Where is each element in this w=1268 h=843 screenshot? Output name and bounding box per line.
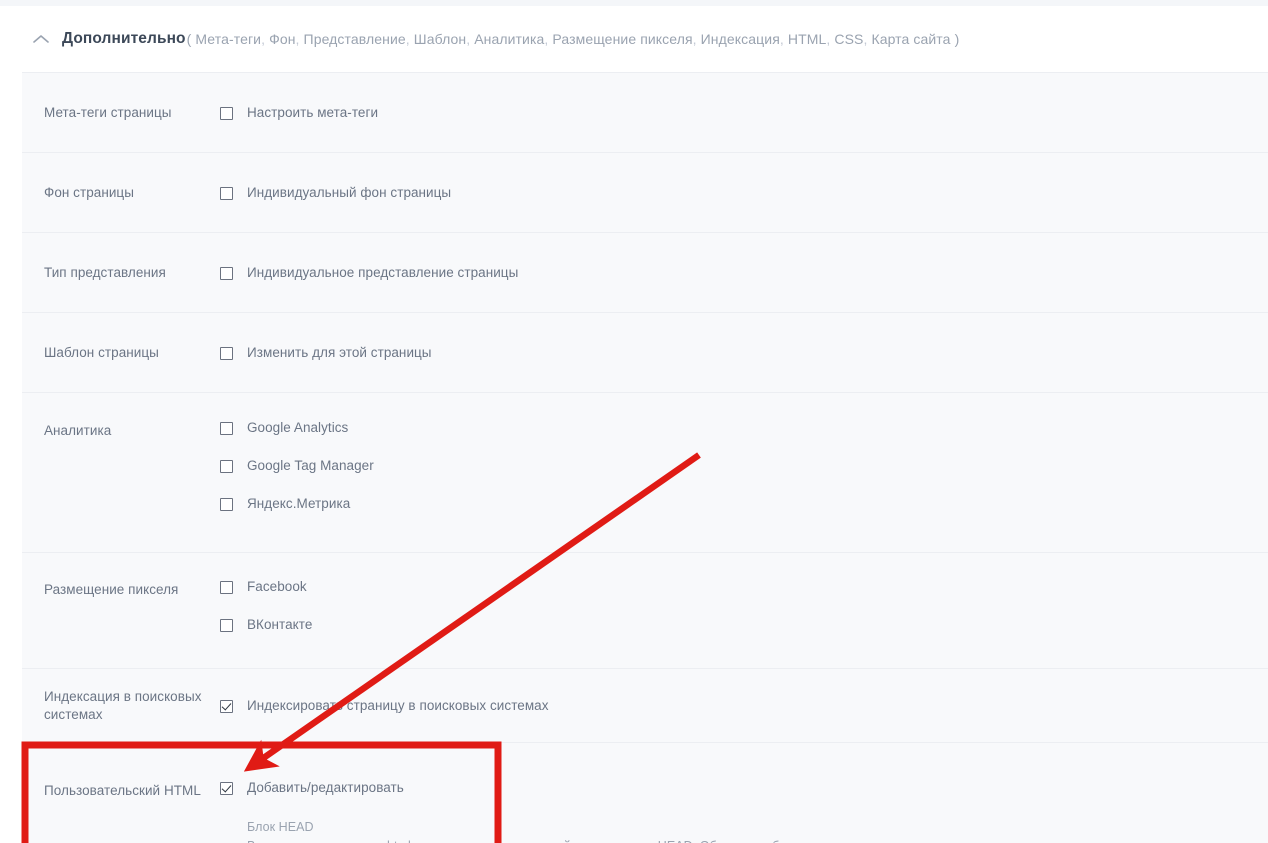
checkbox-option[interactable]: Изменить для этой страницы xyxy=(220,345,1248,361)
checkbox-option[interactable]: ВКонтакте xyxy=(220,617,1248,633)
settings-row-options: Индивидуальное представление страницы xyxy=(220,265,1248,281)
section-tag: Шаблон xyxy=(413,31,467,47)
checkbox-option[interactable]: Настроить мета-теги xyxy=(220,105,1248,121)
checkbox-unchecked-icon[interactable] xyxy=(220,422,233,435)
checkbox-unchecked-icon[interactable] xyxy=(220,581,233,594)
chevron-up-icon[interactable] xyxy=(30,28,52,50)
settings-row-label: Фон страницы xyxy=(44,184,134,200)
option-note: Блок HEAD Вставка произвольного html-кода… xyxy=(247,818,1248,843)
checkbox-option-label: Индивидуальное представление страницы xyxy=(247,264,519,280)
settings-row-label: Аналитика xyxy=(44,423,112,438)
checkbox-option[interactable]: Facebook xyxy=(220,579,1248,595)
checkbox-unchecked-icon[interactable] xyxy=(220,186,233,200)
page-title: Дополнительно xyxy=(62,30,186,47)
checkbox-option-label: Индивидуальный фон страницы xyxy=(247,184,452,200)
checkbox-unchecked-icon[interactable] xyxy=(220,346,233,360)
settings-row: Индексация в поисковых системах Индексиро… xyxy=(22,669,1268,743)
checkbox-unchecked-icon[interactable] xyxy=(220,619,233,632)
settings-row-label: Шаблон страницы xyxy=(44,344,159,360)
paren-open: ( xyxy=(186,31,192,47)
checkbox-option-label: Facebook xyxy=(247,579,307,594)
settings-row: Фон страницы Индивидуальный фон страницы xyxy=(22,153,1268,233)
settings-row-options: Индивидуальный фон страницы xyxy=(220,185,1248,201)
settings-row-options: Добавить/редактировать Блок HEAD Вставка п… xyxy=(220,780,1248,843)
checkbox-option[interactable]: Google Tag Manager xyxy=(220,458,1248,474)
settings-row-options: Изменить для этой страницы xyxy=(220,345,1248,361)
section-tag-list: ( Мета-теги, Фон, Представление, Шаблон,… xyxy=(187,31,960,47)
checkbox-unchecked-icon[interactable] xyxy=(220,460,233,473)
settings-row: Мета-теги страницы Настроить мета-теги xyxy=(22,73,1268,153)
checkbox-option[interactable]: Яндекс.Метрика xyxy=(220,496,1248,512)
option-note-description: Вставка произвольного html-кода для всех… xyxy=(247,837,1248,843)
checkbox-option[interactable]: Индексировать страницу в поисковых систе… xyxy=(220,698,1248,714)
section-tag: Индексация xyxy=(700,31,780,47)
settings-row: Пользовательский HTML Добавить/редактиров… xyxy=(22,743,1268,843)
checkbox-unchecked-icon[interactable] xyxy=(220,106,233,120)
section-tag-separator: , xyxy=(779,31,788,47)
checkbox-checked-icon[interactable] xyxy=(220,782,233,795)
section-tag-separator: , xyxy=(466,31,475,47)
checkbox-option[interactable]: Google Analytics xyxy=(220,420,1248,436)
checkbox-unchecked-icon[interactable] xyxy=(220,498,233,511)
settings-row-label: Мета-теги страницы xyxy=(44,104,172,120)
section-tag: Карта сайта xyxy=(871,31,951,47)
settings-row: Шаблон страницы Изменить для этой страниц… xyxy=(22,313,1268,393)
section-tag: Аналитика xyxy=(474,31,545,47)
page-root: Дополнительно ( Мета-теги, Фон, Представ… xyxy=(0,0,1268,843)
section-tag: CSS xyxy=(834,31,864,47)
section-tag-separator: , xyxy=(405,31,414,47)
settings-row-options: Настроить мета-теги xyxy=(220,105,1248,121)
settings-row-label: Индексация в поисковых системах xyxy=(44,688,202,722)
checkbox-unchecked-icon[interactable] xyxy=(220,266,233,280)
paren-close: ) xyxy=(954,31,960,47)
section-tag: Мета-теги xyxy=(195,31,262,47)
settings-row-list: Мета-теги страницы Настроить мета-теги Фон… xyxy=(22,73,1268,843)
checkbox-option-label: ВКонтакте xyxy=(247,617,313,632)
settings-row-options: Индексировать страницу в поисковых систе… xyxy=(220,698,1248,714)
checkbox-option-label: Google Tag Manager xyxy=(247,458,374,473)
section-tag: Размещение пикселя xyxy=(552,31,693,47)
section-tag: Фон xyxy=(269,31,296,47)
option-note-title: Блок HEAD xyxy=(247,820,314,834)
settings-row-options: Facebook ВКонтакте xyxy=(220,579,1248,633)
section-tag-separator: , xyxy=(295,31,304,47)
settings-row: Размещение пикселя Facebook ВКонтакте xyxy=(22,553,1268,669)
section-tag-separator: , xyxy=(261,31,270,47)
checkbox-option[interactable]: Индивидуальное представление страницы xyxy=(220,265,1248,281)
settings-row-label: Пользовательский HTML xyxy=(44,783,201,798)
advanced-section-header[interactable]: Дополнительно ( Мета-теги, Фон, Представ… xyxy=(0,6,1268,72)
checkbox-option-label: Индексировать страницу в поисковых систе… xyxy=(247,697,549,713)
checkbox-option[interactable]: Добавить/редактировать xyxy=(220,780,1248,796)
section-tag: HTML xyxy=(787,31,827,47)
checkbox-option[interactable]: Индивидуальный фон страницы xyxy=(220,185,1248,201)
checkbox-option-label: Настроить мета-теги xyxy=(247,104,379,120)
checkbox-option-label: Google Analytics xyxy=(247,420,349,435)
section-tags: Мета-теги, Фон, Представление, Шаблон, А… xyxy=(195,31,950,47)
advanced-settings-panel: Мета-теги страницы Настроить мета-теги Фон… xyxy=(22,72,1268,843)
checkbox-checked-icon[interactable] xyxy=(220,699,233,713)
settings-row: Аналитика Google Analytics Google Tag Mana… xyxy=(22,393,1268,553)
checkbox-option-label: Изменить для этой страницы xyxy=(247,344,432,360)
settings-row-options: Google Analytics Google Tag Manager Яндекс… xyxy=(220,420,1248,512)
section-tag: Представление xyxy=(303,31,406,47)
checkbox-option-label: Яндекс.Метрика xyxy=(247,496,351,511)
settings-row-label: Размещение пикселя xyxy=(44,582,179,597)
checkbox-option-label: Добавить/редактировать xyxy=(247,780,404,795)
section-tag-separator: , xyxy=(692,31,701,47)
settings-row: Тип представления Индивидуальное представ… xyxy=(22,233,1268,313)
settings-row-label: Тип представления xyxy=(44,264,166,280)
